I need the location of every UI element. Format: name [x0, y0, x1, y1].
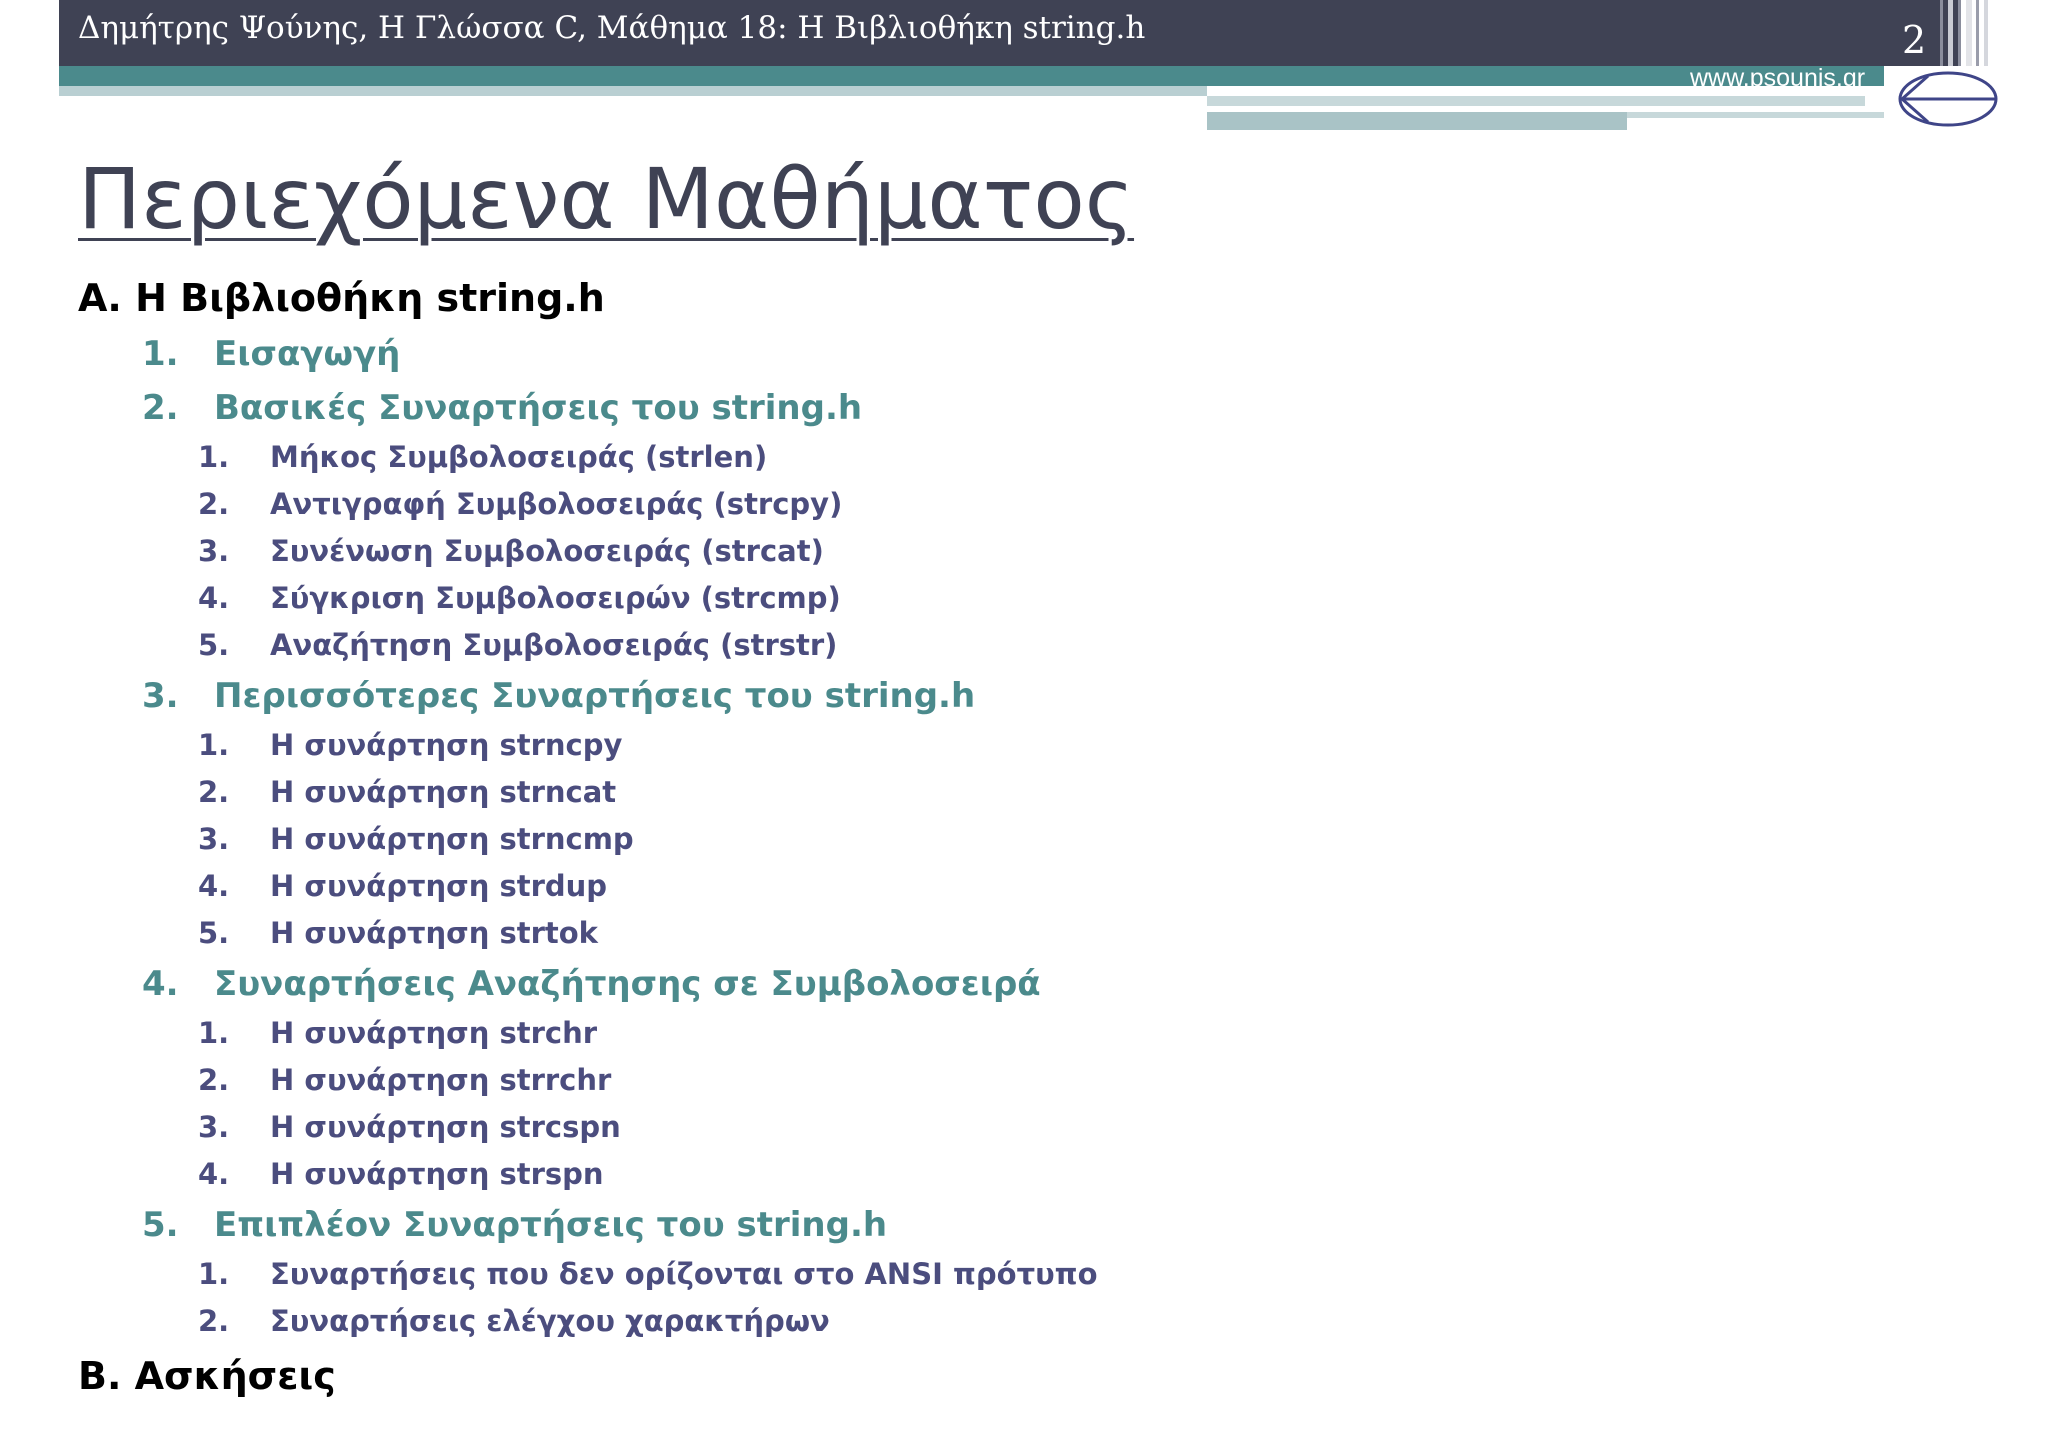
item-text: Η συνάρτηση strtok — [270, 916, 598, 950]
item-text: Η συνάρτηση strspn — [270, 1157, 604, 1191]
slide: Δημήτρης Ψούνης, Η Γλώσσα C, Μάθημα 18: … — [0, 0, 2048, 1447]
website-link[interactable]: www.psounis.gr — [1690, 64, 1865, 93]
header-light-strip — [1207, 96, 1865, 106]
item-number: 2. — [198, 1063, 230, 1097]
item-number: 3. — [198, 822, 230, 856]
item-number: 3. — [198, 534, 230, 568]
header-teal-strip — [59, 66, 1959, 86]
item-number: 1. — [198, 1016, 230, 1050]
section-label: Α. Η Βιβλιοθήκη string.h — [78, 276, 605, 320]
item-text: Η συνάρτηση strcspn — [270, 1110, 621, 1144]
item-number: 4. — [142, 964, 179, 1004]
item-number: 3. — [198, 1110, 230, 1144]
item-text: Η συνάρτηση strncpy — [270, 728, 623, 762]
section-heading: Β. Ασκήσεις — [78, 1354, 336, 1398]
header-light-strip — [1627, 112, 1887, 118]
item-text: Η συνάρτηση strdup — [270, 869, 608, 903]
item-number: 5. — [142, 1205, 179, 1245]
logo-icon — [1884, 66, 2004, 132]
item-text: Περισσότερες Συναρτήσεις του string.h — [214, 676, 976, 716]
item-text: Συναρτήσεις ελέγχου χαρακτήρων — [270, 1304, 830, 1338]
item-text: Η συνάρτηση strncmp — [270, 822, 634, 856]
section-label: Β. Ασκήσεις — [78, 1354, 336, 1398]
item-number: 5. — [198, 916, 230, 950]
item-text: Σύγκριση Συμβολοσειρών (strcmp) — [270, 581, 841, 615]
page-title: Περιεχόμενα Μαθήματος — [78, 150, 1135, 248]
item-number: 3. — [142, 676, 179, 716]
item-number: 1. — [198, 728, 230, 762]
item-number: 2. — [142, 388, 179, 428]
item-number: 2. — [198, 487, 230, 521]
item-text: Συναρτήσεις Αναζήτησης σε Συμβολοσειρά — [214, 964, 1041, 1004]
item-text: Εισαγωγή — [214, 334, 401, 374]
item-number: 4. — [198, 1157, 230, 1191]
decorative-stripes — [1940, 0, 1988, 70]
item-number: 5. — [198, 628, 230, 662]
slide-number: 2 — [1902, 18, 1927, 62]
item-text: Αντιγραφή Συμβολοσειράς (strcpy) — [270, 487, 843, 521]
item-text: Αναζήτηση Συμβολοσειράς (strstr) — [270, 628, 838, 662]
item-number: 4. — [198, 869, 230, 903]
item-number: 2. — [198, 1304, 230, 1338]
item-number: 2. — [198, 775, 230, 809]
item-text: Επιπλέον Συναρτήσεις του string.h — [214, 1205, 888, 1245]
item-number: 1. — [142, 334, 179, 374]
item-number: 1. — [198, 440, 230, 474]
item-number: 4. — [198, 581, 230, 615]
header-light-strip — [1207, 112, 1627, 130]
item-number: 1. — [198, 1257, 230, 1291]
item-text: Συνένωση Συμβολοσειράς (strcat) — [270, 534, 824, 568]
header-title: Δημήτρης Ψούνης, Η Γλώσσα C, Μάθημα 18: … — [78, 10, 1146, 46]
header-light-strip — [59, 86, 1207, 96]
item-text: Συναρτήσεις που δεν ορίζονται στο ANSI π… — [270, 1257, 1098, 1291]
item-text: Η συνάρτηση strchr — [270, 1016, 598, 1050]
item-text: Η συνάρτηση strncat — [270, 775, 617, 809]
item-text: Μήκος Συμβολοσειράς (strlen) — [270, 440, 768, 474]
item-text: Βασικές Συναρτήσεις του string.h — [214, 388, 863, 428]
section-heading: Α. Η Βιβλιοθήκη string.h — [78, 276, 605, 320]
item-text: Η συνάρτηση strrchr — [270, 1063, 612, 1097]
